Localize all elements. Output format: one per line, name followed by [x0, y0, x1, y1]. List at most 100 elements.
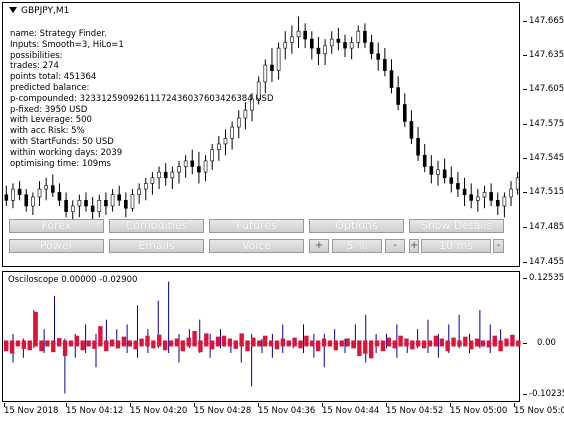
time-decrease-button[interactable]: - — [493, 239, 504, 253]
info-line: with StartFunds: 50 USD — [10, 136, 114, 147]
strategy-info-block: name: Strategy Finder. Inputs: Smooth=3,… — [10, 29, 274, 169]
candle-body — [389, 70, 394, 88]
candle-body — [316, 47, 321, 55]
osc-tick — [523, 278, 527, 279]
price-chart-pane[interactable]: GBPJPY,M1 name: Strategy Finder. Inputs:… — [2, 2, 520, 267]
oscillator-title: Osciloscope 0.00000 -0.02900 — [8, 275, 138, 285]
candle-body — [17, 188, 22, 196]
oscillator-bar — [104, 340, 109, 352]
candle-body — [51, 185, 55, 193]
candle-body — [509, 188, 513, 198]
forex-button[interactable]: Forex — [9, 219, 104, 233]
osc-tick-label: 0.00 — [537, 338, 556, 348]
risk-decrease-button[interactable]: - — [385, 239, 405, 253]
candle-body — [469, 194, 473, 201]
oscillator-bar — [168, 340, 174, 347]
symbol-label: GBPJPY,M1 — [21, 6, 70, 16]
options-button[interactable]: Options — [309, 219, 404, 233]
candle-body — [515, 177, 520, 190]
oscillator-bar — [486, 340, 492, 348]
oscillator-axis: 0.12535 0.00 -0.10235 — [523, 271, 564, 404]
emails-button[interactable]: Emails — [109, 239, 204, 253]
oscillator-bar — [327, 340, 333, 347]
oscillator-bar — [192, 330, 197, 347]
time-value-display: 10 ms — [421, 239, 491, 253]
candle-body — [402, 104, 407, 122]
candle-body — [383, 59, 387, 71]
time-tick-label: 15 Nov 04:20 — [130, 406, 188, 416]
candle-body — [343, 42, 347, 49]
voice-button[interactable]: Voice — [209, 239, 304, 253]
risk-increase-button[interactable]: + — [309, 239, 329, 253]
oscillator-pane[interactable]: Osciloscope 0.00000 -0.02900 — [2, 271, 521, 402]
oscillator-bar — [392, 340, 397, 349]
oscillator-bar — [115, 340, 121, 349]
oscillator-bar — [204, 333, 209, 347]
osc-tick-label: -0.10235 — [529, 389, 564, 399]
price-tick-label: 147.665 — [529, 16, 564, 26]
oscillator-bar — [398, 335, 403, 347]
price-tick-label: 147.455 — [529, 257, 564, 267]
oscillator-bar — [121, 336, 127, 347]
time-tick-label: 15 Nov 05:0 — [514, 406, 564, 416]
oscillator-bar — [439, 338, 444, 347]
candle-body — [124, 200, 128, 209]
oscillator-bar — [421, 340, 427, 349]
oscillator-bar — [480, 340, 486, 347]
candle-body — [97, 200, 102, 212]
time-tick-label: 15 Nov 04:44 — [322, 406, 380, 416]
oscillator-bar — [198, 340, 203, 353]
oscillator-bar — [21, 340, 27, 349]
candle-body — [37, 188, 42, 198]
price-tick — [523, 158, 527, 159]
candle-body — [11, 188, 15, 201]
oscillator-bar — [109, 339, 115, 347]
oscillator-bar — [368, 340, 374, 359]
oscillator-bar — [427, 340, 433, 347]
price-tick-label: 147.635 — [529, 50, 564, 60]
oscillator-bar — [315, 340, 321, 352]
price-tick — [523, 55, 527, 56]
oscillator-bar — [292, 337, 297, 347]
price-tick — [523, 21, 527, 22]
oscillator-bar — [457, 340, 462, 347]
oscillator-bar — [298, 340, 303, 349]
oscillator-bar — [39, 340, 44, 352]
show-details-button[interactable]: Show Details — [409, 219, 504, 233]
info-line: p-compounded: 32331259092611172436037603… — [10, 93, 274, 104]
oscillator-bar — [33, 311, 38, 347]
time-increase-button[interactable]: + — [409, 239, 419, 253]
oscillator-bar — [221, 335, 227, 347]
price-tick — [523, 262, 527, 263]
candle-body — [137, 188, 141, 196]
oscillator-bar — [74, 335, 80, 347]
oscillator-bar — [51, 340, 56, 353]
candle-body — [363, 30, 367, 43]
oscillator-bar — [127, 340, 132, 347]
candle-body — [416, 138, 420, 156]
candle-body — [24, 194, 29, 207]
candle-body — [336, 38, 341, 43]
oscillator-bar — [357, 340, 362, 356]
risk-value-display: 5 % — [332, 239, 382, 253]
futures-button[interactable]: Futures — [209, 219, 304, 233]
oscillator-bar — [310, 340, 315, 347]
oscillator-bar — [162, 340, 168, 351]
comodities-button[interactable]: Comodities — [109, 219, 204, 233]
price-tick-label: 147.575 — [529, 119, 564, 129]
oscillator-bar — [92, 340, 97, 349]
price-tick — [523, 227, 527, 228]
oscillator-bar — [98, 326, 103, 347]
mt-chart-screen: GBPJPY,M1 name: Strategy Finder. Inputs:… — [0, 0, 564, 423]
candle-body — [163, 171, 168, 179]
power-button[interactable]: Power — [9, 239, 104, 253]
oscillator-bar — [333, 340, 339, 351]
candle-body — [356, 30, 361, 43]
oscillator-bar — [80, 340, 85, 351]
price-axis: 147.665 147.635 147.605 147.575 147.545 … — [523, 0, 564, 270]
candle-body — [376, 53, 381, 60]
oscillator-bar — [474, 338, 480, 347]
time-tick-label: 15 Nov 04:28 — [194, 406, 252, 416]
oscillator-bar — [56, 338, 62, 347]
candle-body — [462, 188, 467, 196]
